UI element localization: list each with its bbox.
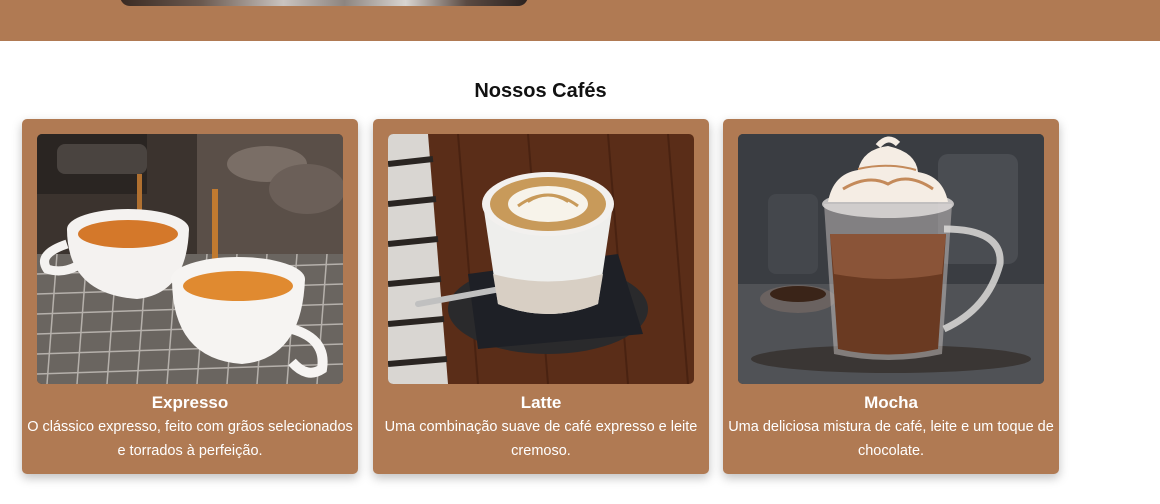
hero-image — [120, 0, 528, 6]
card-title: Latte — [520, 393, 562, 412]
coffee-card-mocha[interactable]: Mocha Uma deliciosa mistura de café, lei… — [723, 119, 1059, 474]
card-title: Mocha — [864, 393, 918, 412]
card-description: Uma combinação suave de café expresso e … — [384, 419, 698, 459]
latte-image — [388, 134, 694, 384]
mocha-image — [738, 134, 1044, 384]
card-description: Uma deliciosa mistura de café, leite e u… — [728, 419, 1054, 459]
section-title: Nossos Cafés — [474, 80, 607, 102]
coffee-card-expresso[interactable]: Expresso O clássico expresso, feito com … — [22, 119, 358, 474]
coffee-card-latte[interactable]: Latte Uma combinação suave de café expre… — [373, 119, 709, 474]
espresso-image — [37, 134, 343, 384]
card-description: O clássico expresso, feito com grãos sel… — [27, 419, 353, 459]
card-title: Expresso — [151, 393, 229, 412]
header-band — [0, 0, 1160, 41]
